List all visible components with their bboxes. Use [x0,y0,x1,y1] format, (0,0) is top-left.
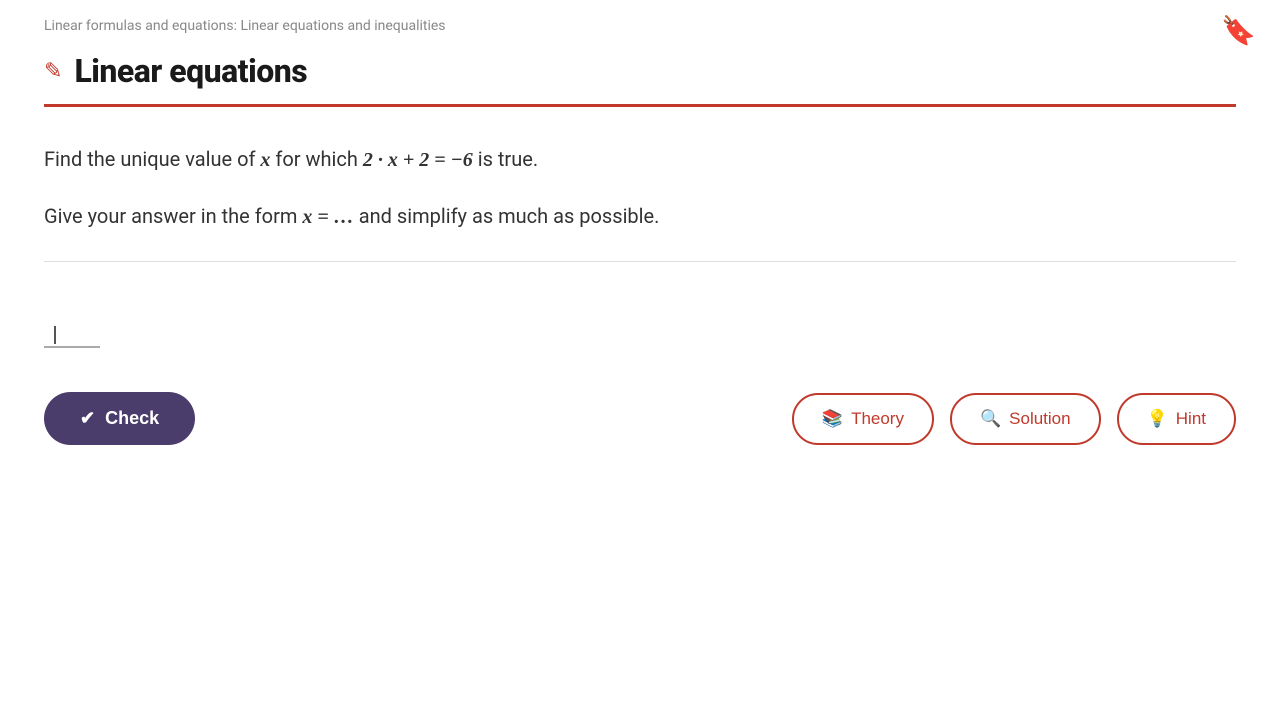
hint-label: Hint [1176,409,1206,429]
actions-row: ✔ Check 📚 Theory 🔍 Solution 💡 Hint [44,392,1236,445]
text-cursor [54,326,56,344]
var-x: x [260,149,270,171]
answer-form: x = … [302,206,353,228]
page-title: Linear equations [74,52,307,90]
hint-button[interactable]: 💡 Hint [1117,393,1236,445]
answer-area [44,292,1236,352]
answer-underline[interactable] [44,324,100,348]
theory-label: Theory [851,409,904,429]
check-label: Check [105,408,159,429]
theory-button[interactable]: 📚 Theory [792,393,934,445]
answer-input-wrapper[interactable] [44,324,100,352]
check-icon: ✔ [80,408,95,429]
check-button[interactable]: ✔ Check [44,392,195,445]
solution-label: Solution [1009,409,1070,429]
equation: 2 · x + 2 = −6 [363,149,473,171]
problem-statement: Find the unique value of x for which 2 ·… [44,143,1236,176]
pencil-icon: ✎ [44,59,62,84]
right-buttons: 📚 Theory 🔍 Solution 💡 Hint [792,393,1236,445]
breadcrumb: Linear formulas and equations: Linear eq… [0,0,1280,34]
answer-instruction: Give your answer in the form x = … and s… [44,200,1236,233]
content-divider [44,261,1236,262]
hint-icon: 💡 [1147,409,1168,429]
solution-button[interactable]: 🔍 Solution [950,393,1101,445]
solution-icon: 🔍 [980,409,1001,429]
theory-icon: 📚 [822,409,843,429]
bookmark-icon[interactable]: 🔖 [1221,14,1256,47]
